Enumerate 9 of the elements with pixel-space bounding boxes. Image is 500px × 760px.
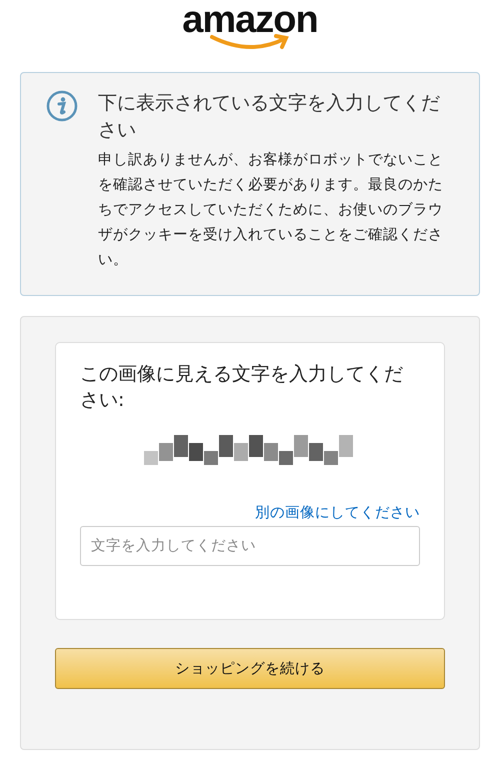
captcha-input-field[interactable]: 文字を入力してください [80,526,420,566]
continue-shopping-button[interactable]: ショッピングを続ける [55,648,445,689]
smile-arrow-icon [210,34,290,50]
alert-message: 申し訳ありませんが、お客様がロボットでないことを確認させていただく必要があります。最良のかたちでアクセスしていただくために、お使いのブラウザがクッキーを受け入れていることをご確認ください。 [98,150,444,270]
info-icon [46,90,78,122]
logo-wordmark: amazon [182,2,318,38]
different-image-link[interactable]: 別の画像にしてください [255,503,420,522]
captcha-heading: この画像に見える文字を入力してください: [80,362,404,413]
alert-title: 下に表示されている文字を入力してください [98,91,441,143]
